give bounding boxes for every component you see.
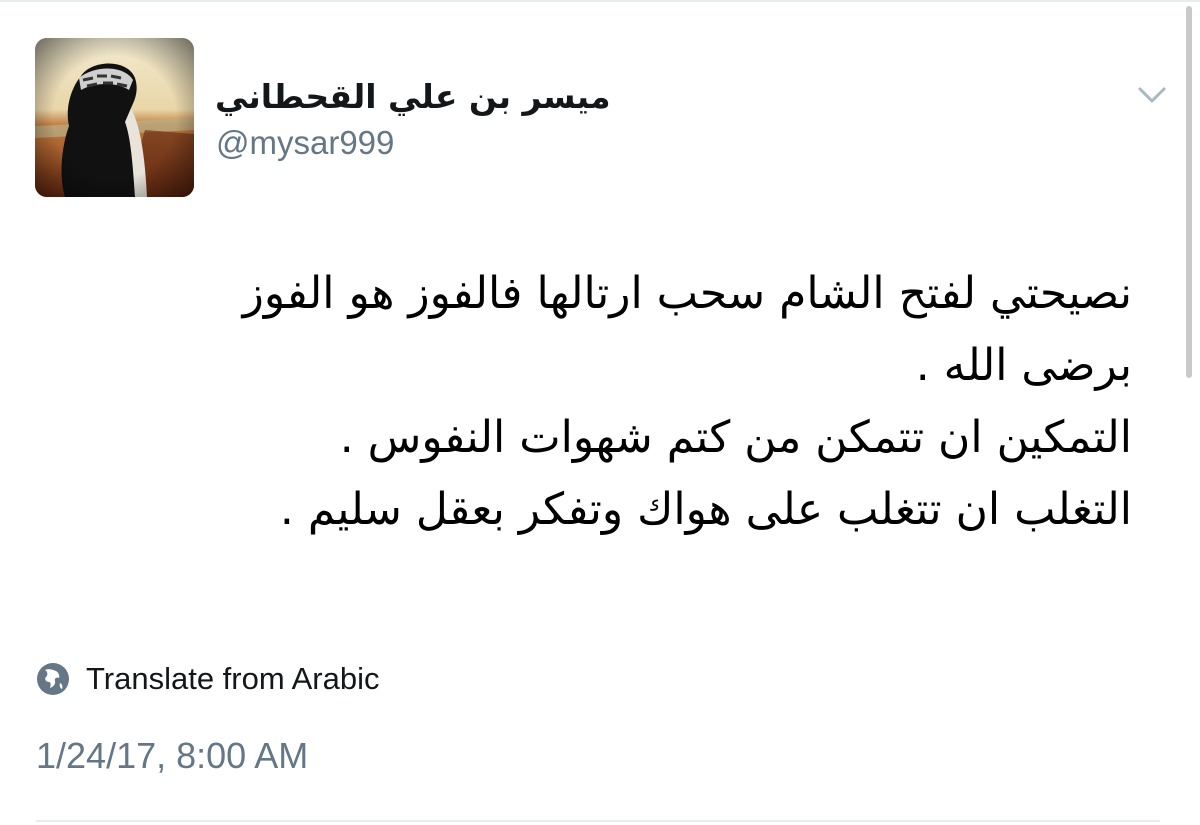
tweet-text-line: التمكين ان تتمكن من كتم شهوات النفوس . (339, 412, 1132, 463)
avatar[interactable] (35, 38, 194, 197)
globe-icon (37, 663, 69, 695)
avatar-photo-icon (35, 38, 194, 197)
author-handle[interactable]: @mysar999 (216, 122, 394, 164)
chevron-down-icon (1138, 87, 1166, 103)
tweet-text: نصيحتي لفتح الشام سحب ارتالها فالفوز هو … (30, 258, 1132, 546)
tweet-text-line: التغلب ان تتغلب على هواك وتفكر بعقل سليم… (279, 484, 1132, 535)
scrollbar[interactable] (1186, 6, 1192, 378)
author-display-name[interactable]: ميسر بن علي القحطاني (215, 76, 665, 118)
translate-label: Translate from Arabic (86, 661, 380, 696)
bottom-divider (36, 820, 1160, 822)
tweet-text-line: نصيحتي لفتح الشام سحب ارتالها فالفوز هو … (242, 268, 1132, 319)
tweet-timestamp[interactable]: 1/24/17, 8:00 AM (36, 734, 308, 778)
tweet-text-line: برضى الله . (915, 340, 1132, 391)
translate-button[interactable]: Translate from Arabic (36, 657, 379, 701)
top-divider (0, 0, 1200, 2)
tweet-menu-button[interactable] (1134, 80, 1170, 110)
